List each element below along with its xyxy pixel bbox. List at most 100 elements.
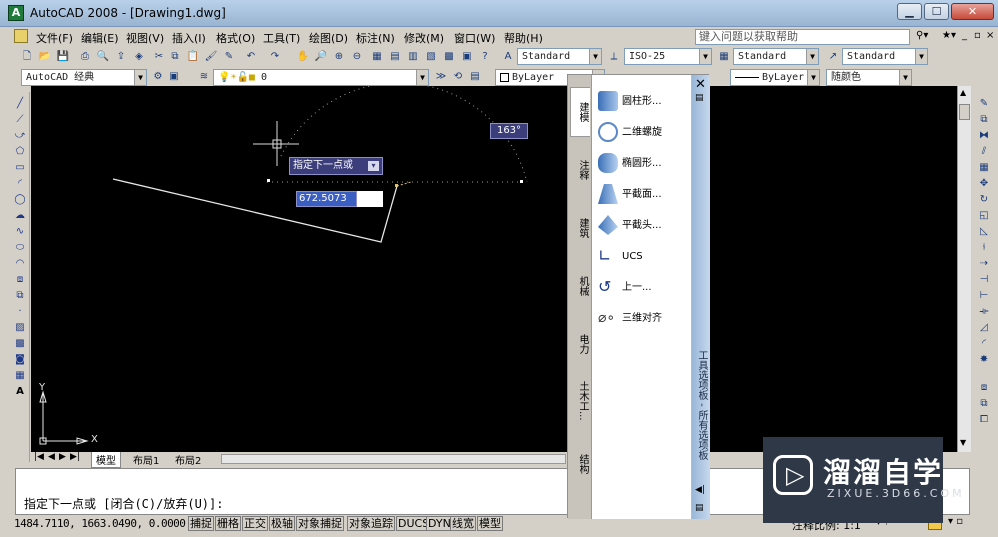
text-style-select[interactable]: Standard ▼ — [517, 48, 602, 65]
menu-insert[interactable]: 插入(I) — [172, 30, 206, 46]
multileader-style-select[interactable]: Standard ▼ — [842, 48, 928, 65]
palette-title-bar[interactable]: ✕ ▤ 工具选项板 - 所有选项板 ◀| ▤ — [692, 75, 710, 519]
help-search-input[interactable]: 键入问题以获取帮助 — [695, 29, 910, 45]
grid-toggle[interactable]: 栅格 — [215, 516, 241, 531]
zoom-realtime-icon[interactable]: 🔎 — [313, 49, 329, 65]
palette-properties-icon[interactable]: ◀| — [695, 485, 705, 495]
zoom-previous-icon[interactable]: ⊖ — [349, 49, 365, 65]
menu-draw[interactable]: 绘图(D) — [309, 30, 348, 46]
tab-layout2[interactable]: 布局2 — [171, 452, 205, 467]
ortho-toggle[interactable]: 正交 — [242, 516, 268, 531]
draworder-icon[interactable]: ⧈ — [976, 380, 992, 396]
match-properties-icon[interactable]: 🖌 — [203, 49, 219, 65]
ellipse-arc-icon[interactable]: ◠ — [12, 256, 28, 272]
undo-icon[interactable]: ↶ — [243, 49, 259, 65]
construction-line-icon[interactable]: ⟋ — [12, 112, 28, 128]
menu-format[interactable]: 格式(O) — [216, 30, 255, 46]
calculator-icon[interactable]: ▣ — [459, 49, 475, 65]
polar-toggle[interactable]: 极轴 — [269, 516, 295, 531]
otrack-toggle[interactable]: 对象追踪 — [347, 516, 395, 531]
palette-tab-structural[interactable]: 结构 — [570, 439, 590, 489]
array-icon[interactable]: ▦ — [976, 160, 992, 176]
palette-tab-mechanical[interactable]: 机械 — [570, 261, 590, 311]
cut-icon[interactable]: ✂ — [151, 49, 167, 65]
palette-item-cylinder[interactable]: 圆柱形... — [598, 90, 690, 114]
status-menu-icon[interactable]: ▾ ▫ — [948, 516, 963, 527]
save-icon[interactable]: 💾 — [55, 49, 71, 65]
palette-tab-modeling[interactable]: 建模 — [570, 87, 590, 137]
palette-close-icon[interactable]: ✕ — [695, 77, 706, 92]
help-icon[interactable]: ? — [477, 49, 493, 65]
redo-icon[interactable]: ↷ — [267, 49, 283, 65]
scale-icon[interactable]: ◱ — [976, 208, 992, 224]
dyn-toggle[interactable]: DYN — [426, 516, 453, 531]
mirror-icon[interactable]: ⧓ — [976, 128, 992, 144]
menu-edit[interactable]: 编辑(E) — [81, 30, 119, 46]
lineweight-toggle[interactable]: 线宽 — [450, 516, 476, 531]
tab-nav-prev-icon[interactable]: ◀ — [48, 452, 55, 462]
menu-tools[interactable]: 工具(T) — [263, 30, 300, 46]
palette-tab-electrical[interactable]: 电力 — [570, 319, 590, 369]
save-workspace-icon[interactable]: ▣ — [166, 69, 182, 85]
move-icon[interactable]: ✥ — [976, 176, 992, 192]
layer-states-icon[interactable]: ▤ — [467, 69, 483, 85]
draworder-back-icon[interactable]: ⧠ — [976, 412, 992, 428]
linetype-select[interactable]: ByLayer ▼ — [730, 69, 820, 86]
dim-style-select[interactable]: ISO-25 ▼ — [624, 48, 712, 65]
doc-minimize-icon[interactable]: _ — [962, 30, 967, 41]
maximize-button[interactable]: ☐ — [924, 3, 949, 20]
palette-item-ucs-previous[interactable]: ↺ 上一... — [598, 276, 690, 300]
palette-autohide-icon[interactable]: ▤ — [695, 93, 704, 103]
layer-previous-icon[interactable]: ⟲ — [450, 69, 466, 85]
autocad-app-icon[interactable]: A — [8, 5, 24, 21]
break-at-point-icon[interactable]: ⊣ — [976, 272, 992, 288]
polyline-icon[interactable]: ⤻ — [12, 128, 28, 144]
plot-preview-icon[interactable]: 🔍 — [95, 49, 111, 65]
doc-close-icon[interactable]: × — [986, 30, 994, 41]
drawing-area[interactable]: Y X 163° 指定下一点或 ▾ 672.5073 — [31, 86, 957, 452]
insert-block-icon[interactable]: ⧈ — [12, 272, 28, 288]
open-icon[interactable]: 📂 — [37, 49, 53, 65]
table-icon[interactable]: ▦ — [12, 368, 28, 384]
workspace-select[interactable]: AutoCAD 经典 ▼ — [21, 69, 147, 86]
copy-icon[interactable]: ⧉ — [167, 49, 183, 65]
palette-tab-civil[interactable]: 土木工... — [570, 371, 590, 431]
menu-file[interactable]: 文件(F) — [36, 30, 73, 46]
palette-menu-icon[interactable]: ▤ — [695, 503, 704, 513]
drawing-svg[interactable] — [31, 86, 957, 452]
menu-window[interactable]: 窗口(W) — [454, 30, 495, 46]
make-block-icon[interactable]: ⧉ — [12, 288, 28, 304]
point-icon[interactable]: · — [12, 304, 28, 320]
region-icon[interactable]: ◙ — [12, 352, 28, 368]
zoom-window-icon[interactable]: ⊕ — [331, 49, 347, 65]
plotstyle-select[interactable]: 随颜色 ▼ — [826, 69, 912, 86]
multiline-text-icon[interactable]: A — [12, 384, 28, 400]
palette-item-frustum-cone[interactable]: 平截面... — [598, 183, 690, 207]
break-icon[interactable]: ⊢ — [976, 288, 992, 304]
tab-nav-first-icon[interactable]: |◀ — [34, 452, 44, 462]
pan-icon[interactable]: ✋ — [295, 49, 311, 65]
doc-restore-icon[interactable]: ▫ — [974, 30, 981, 41]
paste-icon[interactable]: 📋 — [185, 49, 201, 65]
extend-icon[interactable]: ⇢ — [976, 256, 992, 272]
scroll-up-icon[interactable]: ▲ — [960, 88, 966, 97]
join-icon[interactable]: ⟛ — [976, 304, 992, 320]
minimize-button[interactable]: ▁ — [897, 3, 922, 20]
close-button[interactable]: ✕ — [951, 3, 994, 20]
palette-item-2d-helix[interactable]: 二维螺旋 — [598, 121, 690, 145]
markup-icon[interactable]: ▩ — [441, 49, 457, 65]
publish-icon[interactable]: ⇪ — [113, 49, 129, 65]
palette-tab-annotation[interactable]: 注释 — [570, 145, 590, 195]
menu-view[interactable]: 视图(V) — [126, 30, 164, 46]
coordinate-readout[interactable]: 1484.7110, 1663.0490, 0.0000 — [14, 517, 186, 530]
make-current-layer-icon[interactable]: ≫ — [433, 69, 449, 85]
fillet-icon[interactable]: ◜ — [976, 336, 992, 352]
options-dropdown-icon[interactable]: ▾ — [368, 161, 379, 171]
properties-icon[interactable]: ▦ — [369, 49, 385, 65]
tab-model[interactable]: 模型 — [91, 452, 121, 468]
sheet-set-icon[interactable]: ▧ — [423, 49, 439, 65]
layer-manager-icon[interactable]: ≋ — [196, 69, 212, 85]
design-center-icon[interactable]: ▤ — [387, 49, 403, 65]
menu-help[interactable]: 帮助(H) — [504, 30, 543, 46]
draworder-front-icon[interactable]: ⧉ — [976, 396, 992, 412]
